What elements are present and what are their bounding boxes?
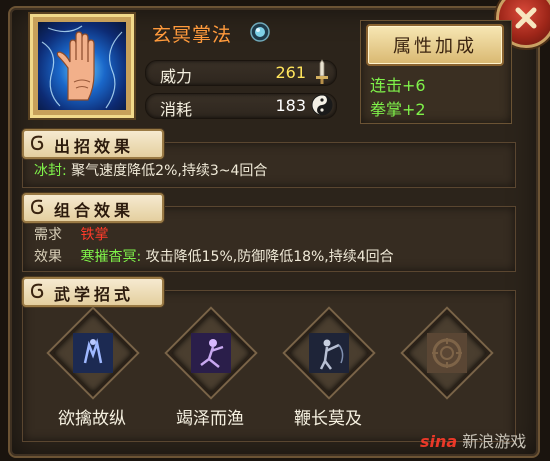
combo-requirement-line: 需求 铁掌 [34, 224, 108, 244]
stat-power-label: 威力 [160, 67, 193, 86]
moves-section-title: 武学招式 [54, 285, 135, 304]
move-icon-3 [309, 333, 349, 373]
move-label-1: 欲擒故纵 [58, 409, 126, 429]
bonus-line-combo: 连击+6 [370, 76, 426, 95]
blue-gem-icon [250, 22, 270, 42]
sina-logo: sina [420, 432, 458, 451]
effect-section-tab: 出招效果 [22, 129, 164, 159]
combo-section-title: 组合效果 [54, 201, 135, 220]
swirl-icon [30, 199, 44, 215]
attribute-bonus-button[interactable]: 属性加成 [366, 24, 504, 66]
combo-effect-line: 效果 寒摧杳冥: 攻击降低15%,防御降低18%,持续4回合 [34, 246, 394, 266]
effect-section-title: 出招效果 [54, 137, 135, 156]
requirement-value: 铁掌 [80, 227, 109, 243]
combo-effect-tag: 寒摧杳冥: [80, 249, 142, 265]
stat-cost-value: 183 [275, 96, 306, 115]
stat-power-value: 261 [275, 63, 306, 82]
sina-watermark: sina 新浪游戏 [420, 428, 526, 452]
watermark-text: 新浪游戏 [462, 432, 527, 451]
skill-icon-frame [30, 14, 134, 118]
move-label-2: 竭泽而渔 [176, 409, 244, 429]
effect-line: 冰封: 聚气速度降低2%,持续3~4回合 [34, 160, 267, 180]
effect-text: 聚气速度降低2%,持续3~4回合 [71, 163, 268, 179]
close-icon [515, 7, 537, 29]
move-label-3: 鞭长莫及 [294, 409, 362, 429]
combo-effect-text: 攻击降低15%,防御降低18%,持续4回合 [145, 249, 394, 265]
requirement-label: 需求 [34, 227, 62, 243]
stat-cost-row: 消耗 183 [145, 93, 337, 119]
palm-icon [38, 22, 126, 110]
moves-section-tab: 武学招式 [22, 277, 164, 307]
move-icon-2 [191, 333, 231, 373]
bonus-line-fist: 拳掌+2 [370, 100, 426, 119]
skill-name: 玄冥掌法 [152, 24, 233, 46]
effect-tag: 冰封: [34, 163, 67, 179]
swirl-icon [30, 283, 44, 299]
combo-effect-label: 效果 [34, 249, 62, 265]
stat-cost-label: 消耗 [160, 100, 193, 119]
yin-yang-icon [311, 94, 333, 116]
sword-icon [316, 59, 328, 84]
move-icon-1 [73, 333, 113, 373]
stat-power-row: 威力 261 [145, 59, 337, 86]
locked-slot-icon [427, 333, 467, 373]
swirl-icon [30, 135, 44, 151]
combo-section-tab: 组合效果 [22, 193, 164, 223]
